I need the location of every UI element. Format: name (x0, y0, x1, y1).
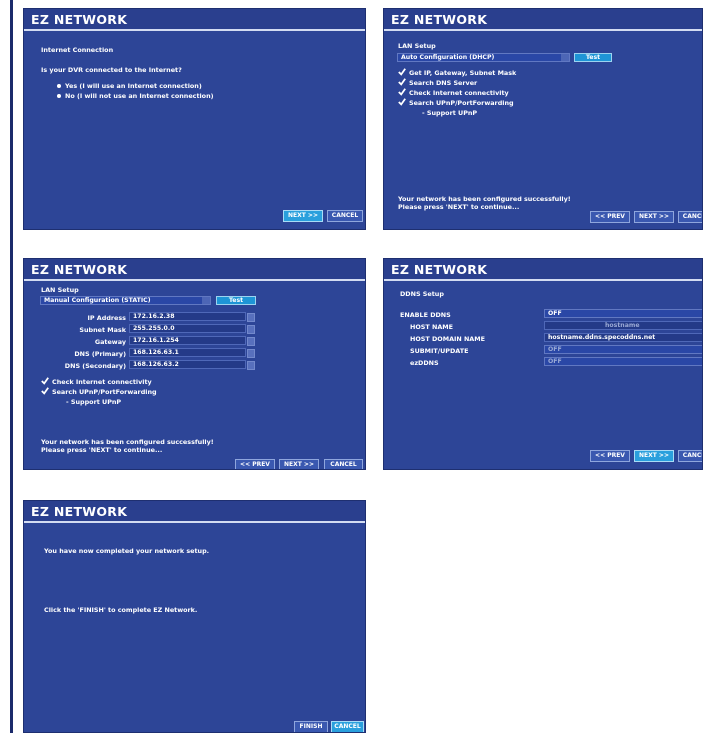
enable-ddns-select[interactable]: OFF (544, 309, 702, 318)
prev-button[interactable]: << PREV (590, 450, 630, 462)
window-title: EZ NETWORK (31, 504, 128, 519)
panel-finish: EZ NETWORK You have now completed your n… (23, 500, 366, 733)
check-item: Search UPnP/PortForwarding (409, 99, 514, 107)
page-left-rule (10, 0, 13, 733)
check-icon (398, 78, 406, 86)
spin-icon[interactable] (247, 325, 255, 334)
section-heading: Internet Connection (41, 46, 114, 54)
sub-item: - Support UPnP (66, 398, 122, 406)
section-heading: LAN Setup (398, 42, 436, 50)
spin-icon[interactable] (247, 313, 255, 322)
option-yes[interactable]: Yes (I will use an Internet connection) (65, 82, 202, 90)
status-message: Your network has been configured success… (41, 438, 214, 446)
panel-ddns-setup: EZ NETWORK DDNS Setup ENABLE DDNS OFF HO… (383, 258, 703, 470)
host-domain-field: hostname.ddns.specoddns.net (544, 333, 702, 342)
cancel-button[interactable]: CANCEL (331, 721, 364, 732)
section-heading: LAN Setup (41, 286, 79, 294)
field-label: Subnet Mask (79, 326, 126, 334)
question-text: Is your DVR connected to the Internet? (41, 66, 182, 74)
check-item: Search DNS Server (409, 79, 478, 87)
host-name-label: HOST NAME (410, 323, 453, 331)
field-label: Gateway (94, 338, 126, 346)
spin-icon[interactable] (247, 337, 255, 346)
window-title: EZ NETWORK (31, 262, 128, 277)
window-title: EZ NETWORK (391, 262, 488, 277)
spin-icon[interactable] (247, 361, 255, 370)
submit-update-label: SUBMIT/UPDATE (410, 347, 469, 355)
field-label: IP Address (87, 314, 126, 322)
prev-button[interactable]: << PREV (235, 459, 275, 469)
ip-address-field[interactable]: 172.16.2.38 (129, 312, 255, 322)
config-mode-value: Manual Configuration (STATIC) (44, 297, 151, 304)
check-icon (41, 377, 49, 385)
config-mode-select[interactable]: Manual Configuration (STATIC) (40, 296, 211, 305)
field-label: DNS (Secondary) (64, 362, 126, 370)
enable-ddns-label: ENABLE DDNS (400, 311, 451, 319)
cancel-button[interactable]: CANCEL (324, 459, 363, 469)
title-bar: EZ NETWORK (384, 9, 702, 31)
next-button[interactable]: NEXT >> (634, 211, 674, 223)
spin-icon[interactable] (247, 349, 255, 358)
finish-button[interactable]: FINISH (294, 721, 328, 732)
title-bar: EZ NETWORK (384, 259, 702, 281)
check-icon (398, 68, 406, 76)
prev-button[interactable]: << PREV (590, 211, 630, 223)
check-item: Check Internet connectivity (409, 89, 509, 97)
cancel-button[interactable]: CANCEL (678, 211, 702, 223)
check-item: Search UPnP/PortForwarding (52, 388, 157, 396)
gateway-field[interactable]: 172.16.1.254 (129, 336, 255, 346)
window-title: EZ NETWORK (391, 12, 488, 27)
panel-lan-setup-dhcp: EZ NETWORK LAN Setup Auto Configuration … (383, 8, 703, 230)
window-title: EZ NETWORK (31, 12, 128, 27)
chevron-down-icon[interactable] (561, 54, 569, 61)
subnet-mask-field[interactable]: 255.255.0.0 (129, 324, 255, 334)
status-message: Please press 'NEXT' to continue... (41, 446, 163, 454)
field-label: DNS (Primary) (74, 350, 126, 358)
panel-lan-setup-static: EZ NETWORK LAN Setup Manual Configuratio… (23, 258, 366, 470)
radio-bullet-icon[interactable] (57, 84, 61, 88)
cancel-button[interactable]: CANCEL (678, 450, 702, 462)
section-heading: DDNS Setup (400, 290, 444, 298)
ezddns-label: ezDDNS (410, 359, 439, 367)
check-icon (398, 88, 406, 96)
next-button[interactable]: NEXT >> (634, 450, 674, 462)
radio-bullet-icon[interactable] (57, 94, 61, 98)
test-button[interactable]: Test (574, 53, 612, 62)
dns-secondary-field[interactable]: 168.126.63.2 (129, 360, 255, 370)
title-bar: EZ NETWORK (24, 9, 365, 31)
cancel-button[interactable]: CANCEL (327, 210, 363, 222)
ezddns-select[interactable]: OFF (544, 357, 702, 366)
title-bar: EZ NETWORK (24, 259, 365, 281)
completion-message: You have now completed your network setu… (44, 547, 210, 555)
host-domain-label: HOST DOMAIN NAME (410, 335, 485, 343)
sub-item: - Support UPnP (422, 109, 478, 117)
next-button[interactable]: NEXT >> (279, 459, 319, 469)
check-item: Check Internet connectivity (52, 378, 152, 386)
status-message: Please press 'NEXT' to continue... (398, 203, 520, 211)
title-bar: EZ NETWORK (24, 501, 365, 523)
submit-update-select[interactable]: OFF (544, 345, 702, 354)
config-mode-select[interactable]: Auto Configuration (DHCP) (397, 53, 570, 62)
next-button[interactable]: NEXT >> (283, 210, 323, 222)
check-icon (398, 98, 406, 106)
test-button[interactable]: Test (216, 296, 256, 305)
chevron-down-icon[interactable] (202, 297, 210, 304)
dns-primary-field[interactable]: 168.126.63.1 (129, 348, 255, 358)
finish-instruction: Click the 'FINISH' to complete EZ Networ… (44, 606, 198, 614)
panel-internet-connection: EZ NETWORK Internet Connection Is your D… (23, 8, 366, 230)
status-message: Your network has been configured success… (398, 195, 571, 203)
option-no[interactable]: No (I will not use an Internet connectio… (65, 92, 214, 100)
check-item: Get IP, Gateway, Subnet Mask (409, 69, 517, 77)
config-mode-value: Auto Configuration (DHCP) (401, 54, 495, 61)
host-name-field[interactable]: hostname (544, 321, 702, 330)
check-icon (41, 387, 49, 395)
